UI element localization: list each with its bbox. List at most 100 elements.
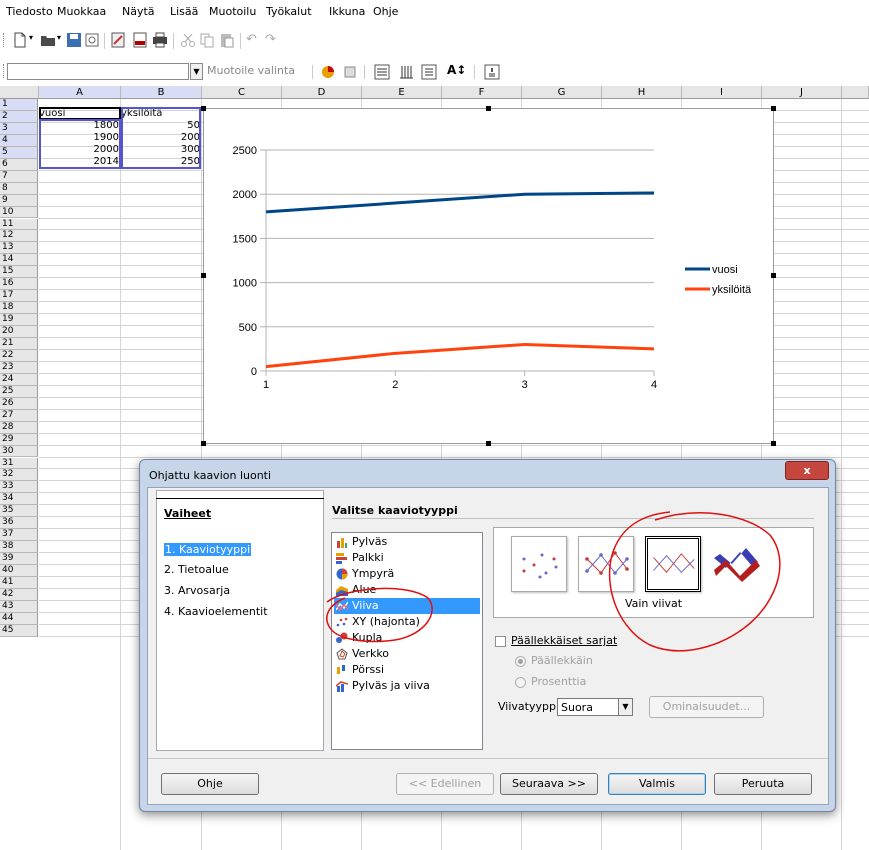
row-header-38[interactable]: 38 [0, 541, 38, 554]
row-header-39[interactable]: 39 [0, 553, 38, 566]
row-header-4[interactable]: 4 [0, 134, 38, 147]
chart-type-column[interactable]: Pylväs [334, 534, 480, 550]
menu-tools[interactable]: Työkalut [266, 5, 312, 18]
chart-type-line[interactable]: Viiva [334, 598, 480, 614]
row-header-19[interactable]: 19 [0, 314, 38, 327]
resize-handle[interactable] [201, 441, 206, 446]
row-header-18[interactable]: 18 [0, 302, 38, 315]
vertical-grids-icon[interactable] [398, 64, 414, 80]
chart-type-net[interactable]: Verkko [334, 646, 480, 662]
row-header-21[interactable]: 21 [0, 338, 38, 350]
copy-icon[interactable] [199, 32, 215, 48]
row-header-11[interactable]: 11 [0, 218, 38, 231]
finish-button[interactable]: Valmis [608, 773, 706, 795]
column-header-j[interactable]: J [762, 86, 842, 99]
open-folder-icon[interactable] [40, 32, 56, 48]
resize-handle[interactable] [201, 273, 206, 278]
row-header-3[interactable]: 3 [0, 122, 38, 135]
chart-type-pie[interactable]: Ympyrä [334, 566, 480, 582]
save-icon[interactable] [66, 32, 82, 48]
column-header-e[interactable]: E [362, 86, 442, 99]
stack-on-top-radio[interactable] [515, 656, 526, 667]
row-header-36[interactable]: 36 [0, 517, 38, 530]
row-header-25[interactable]: 25 [0, 385, 38, 398]
row-header-42[interactable]: 42 [0, 588, 38, 601]
row-header-20[interactable]: 20 [0, 326, 38, 338]
row-header-37[interactable]: 37 [0, 529, 38, 542]
menu-help[interactable]: Ohje [373, 5, 398, 18]
resize-handle[interactable] [771, 441, 776, 446]
row-header-35[interactable]: 35 [0, 505, 38, 518]
column-header-c[interactable]: C [202, 86, 282, 99]
chart-type-stock[interactable]: Pörssi [334, 662, 480, 678]
data-table-icon[interactable] [484, 64, 500, 80]
chart-element-select[interactable] [7, 63, 189, 80]
paste-icon[interactable] [219, 32, 235, 48]
menu-window[interactable]: Ikkuna [329, 5, 365, 18]
stack-percent-radio[interactable] [515, 677, 526, 688]
cut-icon[interactable] [180, 32, 196, 48]
row-header-24[interactable]: 24 [0, 373, 38, 386]
column-header-f[interactable]: F [442, 86, 522, 99]
chart-type-icon[interactable] [320, 64, 336, 80]
select-all-corner[interactable] [0, 86, 39, 99]
toolbar-grip[interactable] [3, 64, 6, 78]
row-header-34[interactable]: 34 [0, 493, 38, 506]
column-header-i[interactable]: I [682, 86, 762, 99]
undo-icon[interactable]: ↶ [246, 32, 257, 47]
row-header-17[interactable]: 17 [0, 290, 38, 303]
properties-button[interactable]: Ominaisuudet... [649, 696, 764, 718]
line-type-select[interactable]: Suora ▼ [557, 698, 633, 716]
row-header-10[interactable]: 10 [0, 206, 38, 219]
menu-format[interactable]: Muotoilu [209, 5, 256, 18]
new-dropdown-icon[interactable]: ▾ [29, 33, 33, 42]
row-header-8[interactable]: 8 [0, 182, 38, 195]
row-header-7[interactable]: 7 [0, 170, 38, 183]
chart-area[interactable]: 0 500 1000 1500 2000 2500 1 2 3 4 vuosi yksilöitä [203, 108, 774, 444]
row-header-33[interactable]: 33 [0, 481, 38, 494]
back-button[interactable]: << Edellinen [396, 773, 494, 795]
column-header-a[interactable]: A [39, 86, 121, 99]
legend-toggle-icon[interactable] [421, 64, 437, 80]
line-type-dropdown-icon[interactable]: ▼ [618, 699, 632, 715]
row-header-27[interactable]: 27 [0, 409, 38, 422]
step-data-series[interactable]: 3. Arvosarja [164, 584, 230, 597]
row-header-16[interactable]: 16 [0, 278, 38, 291]
format-selection-button[interactable]: Muotoile valinta [207, 64, 295, 77]
row-header-23[interactable]: 23 [0, 361, 38, 374]
resize-handle[interactable] [486, 441, 491, 446]
edit-file-icon[interactable] [110, 32, 126, 48]
variant-points-only[interactable] [511, 536, 567, 592]
column-header-g[interactable]: G [522, 86, 602, 99]
chart-area-icon[interactable] [342, 64, 358, 80]
redo-icon[interactable]: ↷ [265, 32, 276, 47]
scale-text-icon[interactable]: A↕ [447, 63, 466, 77]
chart-type-list[interactable]: Pylväs Palkki Ympyrä Alue Viiva XY (hajo… [331, 532, 483, 750]
row-header-9[interactable]: 9 [0, 194, 38, 207]
chart-type-area[interactable]: Alue [334, 582, 480, 598]
chart-type-xy-scatter[interactable]: XY (hajonta) [334, 614, 480, 630]
row-header-43[interactable]: 43 [0, 600, 38, 613]
stack-series-checkbox[interactable] [495, 636, 506, 647]
row-header-22[interactable]: 22 [0, 349, 38, 362]
variant-lines-only[interactable] [645, 536, 701, 592]
column-header-b[interactable]: B [121, 86, 202, 99]
resize-handle[interactable] [201, 106, 206, 111]
row-header-14[interactable]: 14 [0, 254, 38, 267]
resize-handle[interactable] [771, 106, 776, 111]
row-header-15[interactable]: 15 [0, 266, 38, 279]
menu-view[interactable]: Näytä [122, 5, 155, 18]
chart-element-dropdown-icon[interactable]: ▼ [190, 63, 203, 80]
step-data-range[interactable]: 2. Tietoalue [164, 563, 229, 576]
row-header-26[interactable]: 26 [0, 397, 38, 410]
variant-points-and-lines[interactable] [578, 536, 634, 592]
column-header-h[interactable]: H [602, 86, 682, 99]
menu-insert[interactable]: Lisää [170, 5, 198, 18]
toolbar-grip[interactable] [3, 33, 6, 47]
export-pdf-icon[interactable] [132, 32, 148, 48]
row-header-13[interactable]: 13 [0, 242, 38, 255]
cancel-button[interactable]: Peruuta [714, 773, 812, 795]
variant-3d-lines[interactable] [712, 536, 762, 592]
menu-file[interactable]: Tiedosto [6, 5, 53, 18]
row-header-31[interactable]: 31 [0, 457, 38, 470]
